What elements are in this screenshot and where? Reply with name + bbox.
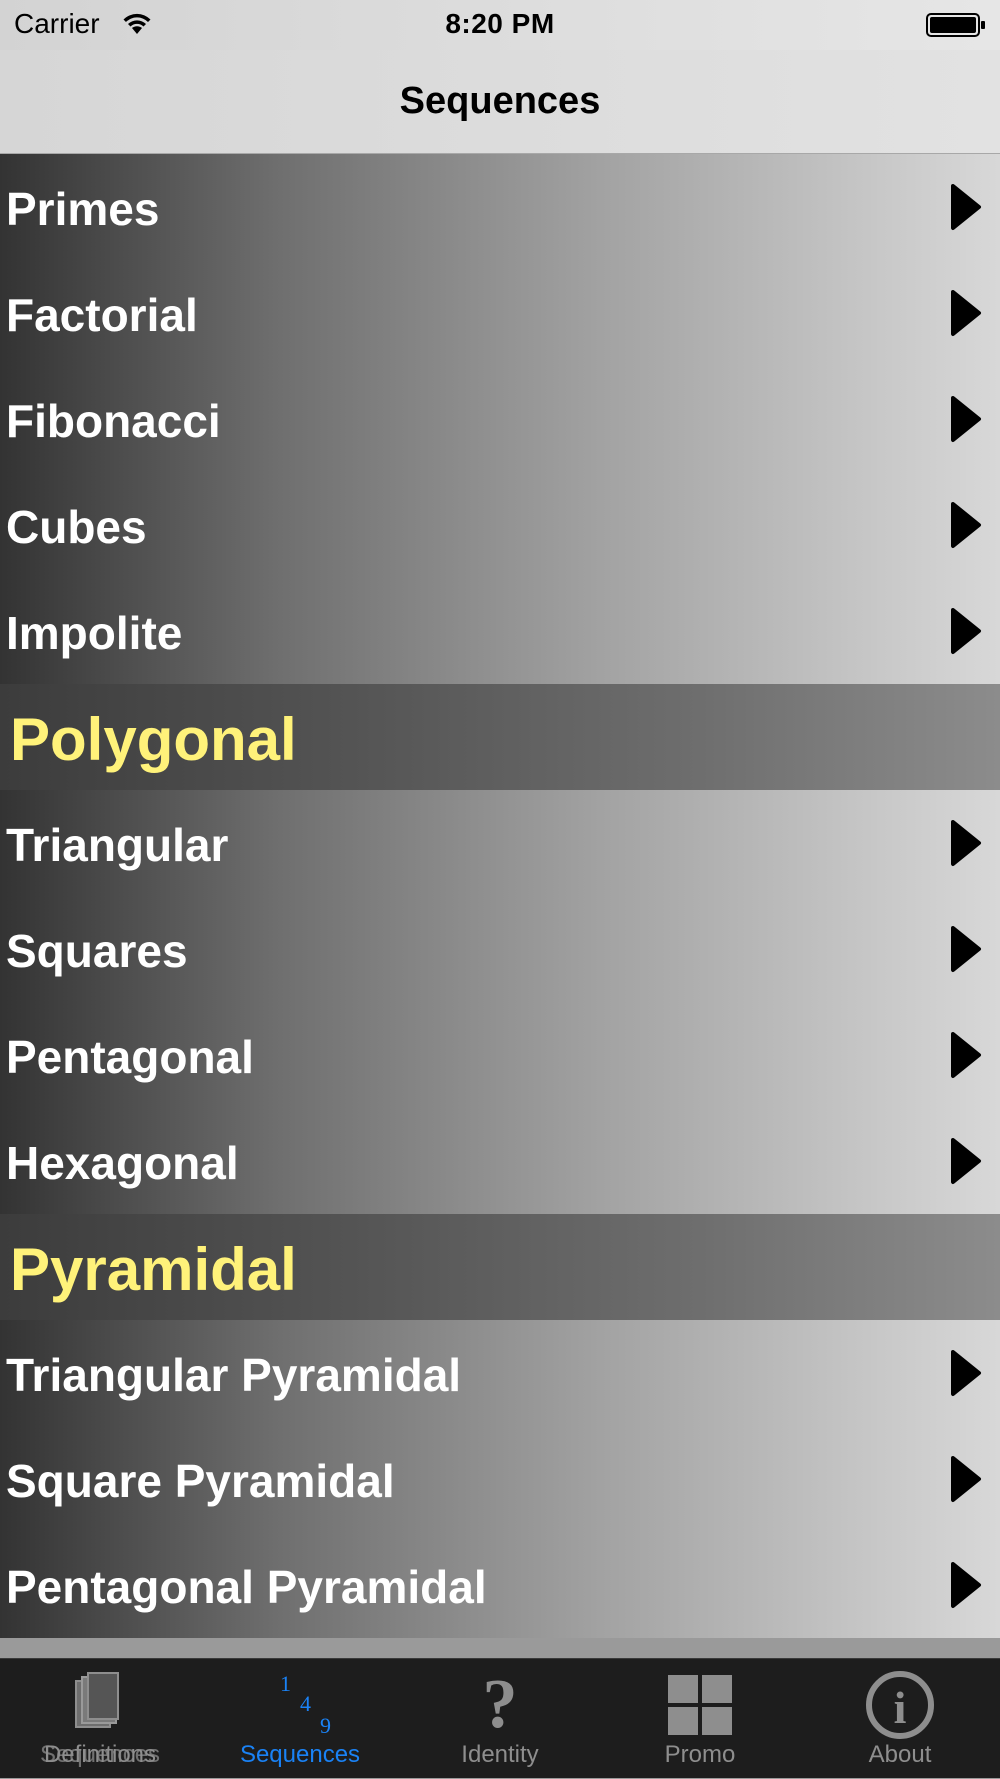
list-item-squares[interactable]: Squares <box>0 896 1000 1002</box>
battery-icon <box>926 13 985 37</box>
svg-text:?: ? <box>483 1671 518 1741</box>
list-item-hexagonal[interactable]: Hexagonal <box>0 1108 1000 1214</box>
list-item-label: Square Pyramidal <box>6 1455 395 1507</box>
navigation-bar: Sequences <box>0 50 1000 154</box>
disclosure-arrow-icon <box>951 184 981 230</box>
tab-definitions[interactable]: Definitions Sequences <box>0 1659 200 1779</box>
list-item-label: Pentagonal <box>6 1031 254 1083</box>
tab-label: Definitions Sequences <box>0 1741 200 1769</box>
list-item-label: Triangular Pyramidal <box>6 1349 462 1401</box>
tab-sequences[interactable]: 1 4 9 Sequences <box>200 1659 400 1779</box>
disclosure-arrow-icon <box>951 820 981 866</box>
tab-label: Identity <box>461 1741 539 1768</box>
list-item-label: Hexagonal <box>6 1137 239 1189</box>
sequence-list[interactable]: Primes Factorial Fibonacci Cubes Impolit… <box>0 154 1000 1658</box>
book-icon <box>75 1672 119 1728</box>
list-item-label: Primes <box>6 183 160 235</box>
section-title: Polygonal <box>10 706 297 773</box>
info-icon: i <box>866 1671 934 1739</box>
disclosure-arrow-icon <box>951 1032 981 1078</box>
disclosure-arrow-icon <box>951 502 981 548</box>
question-mark-icon: ? <box>483 1671 518 1741</box>
tab-identity[interactable]: ? Identity <box>400 1659 600 1779</box>
disclosure-arrow-icon <box>951 1350 981 1396</box>
section-header-polygonal: Polygonal <box>0 684 1000 790</box>
sequence-digit: 4 <box>300 1691 311 1716</box>
tab-label-sequences-overlap: Sequences <box>39 1741 161 1768</box>
list-item-cubes[interactable]: Cubes <box>0 472 1000 578</box>
section-header-pyramidal: Pyramidal <box>0 1214 1000 1320</box>
tab-label: Promo <box>664 1741 736 1768</box>
list-item-pentagonal[interactable]: Pentagonal <box>0 1002 1000 1108</box>
clock: 8:20 PM <box>445 8 555 39</box>
list-item-square-pyramidal[interactable]: Square Pyramidal <box>0 1426 1000 1532</box>
sequence-digit: 9 <box>320 1713 331 1738</box>
disclosure-arrow-icon <box>951 1562 981 1608</box>
list-item-label: Impolite <box>6 607 183 659</box>
list-item-label: Cubes <box>6 501 147 553</box>
disclosure-arrow-icon <box>951 608 981 654</box>
sequence-digit: 1 <box>280 1671 291 1696</box>
list-item-fibonacci[interactable]: Fibonacci <box>0 366 1000 472</box>
disclosure-arrow-icon <box>951 926 981 972</box>
tab-label: Sequences <box>239 1741 361 1768</box>
grid-icon <box>668 1675 732 1735</box>
tab-about[interactable]: i About <box>800 1659 1000 1779</box>
status-bar: Carrier 8:20 PM <box>0 0 1000 50</box>
tab-label: About <box>868 1741 932 1768</box>
list-item-pentagonal-pyramidal[interactable]: Pentagonal Pyramidal <box>0 1532 1000 1638</box>
list-item-label: Factorial <box>6 289 198 341</box>
section-title: Pyramidal <box>10 1236 297 1303</box>
disclosure-arrow-icon <box>951 396 981 442</box>
list-item-primes[interactable]: Primes <box>0 154 1000 260</box>
list-item-factorial[interactable]: Factorial <box>0 260 1000 366</box>
disclosure-arrow-icon <box>951 1138 981 1184</box>
sequence-numbers-icon: 1 4 9 <box>260 1671 340 1741</box>
list-item-label: Fibonacci <box>6 395 221 447</box>
list-item-label: Triangular <box>6 819 229 871</box>
list-item-triangular[interactable]: Triangular <box>0 790 1000 896</box>
list-item-label: Squares <box>6 925 188 977</box>
list-item-impolite[interactable]: Impolite <box>0 578 1000 684</box>
disclosure-arrow-icon <box>951 290 981 336</box>
page-title: Sequences <box>399 80 601 122</box>
svg-text:i: i <box>894 1682 907 1733</box>
tab-promo[interactable]: Promo <box>600 1659 800 1779</box>
disclosure-arrow-icon <box>951 1456 981 1502</box>
list-item-triangular-pyramidal[interactable]: Triangular Pyramidal <box>0 1320 1000 1426</box>
tab-bar: Definitions Sequences 1 4 9 Sequences ? … <box>0 1658 1000 1778</box>
list-item-label: Pentagonal Pyramidal <box>6 1561 487 1613</box>
